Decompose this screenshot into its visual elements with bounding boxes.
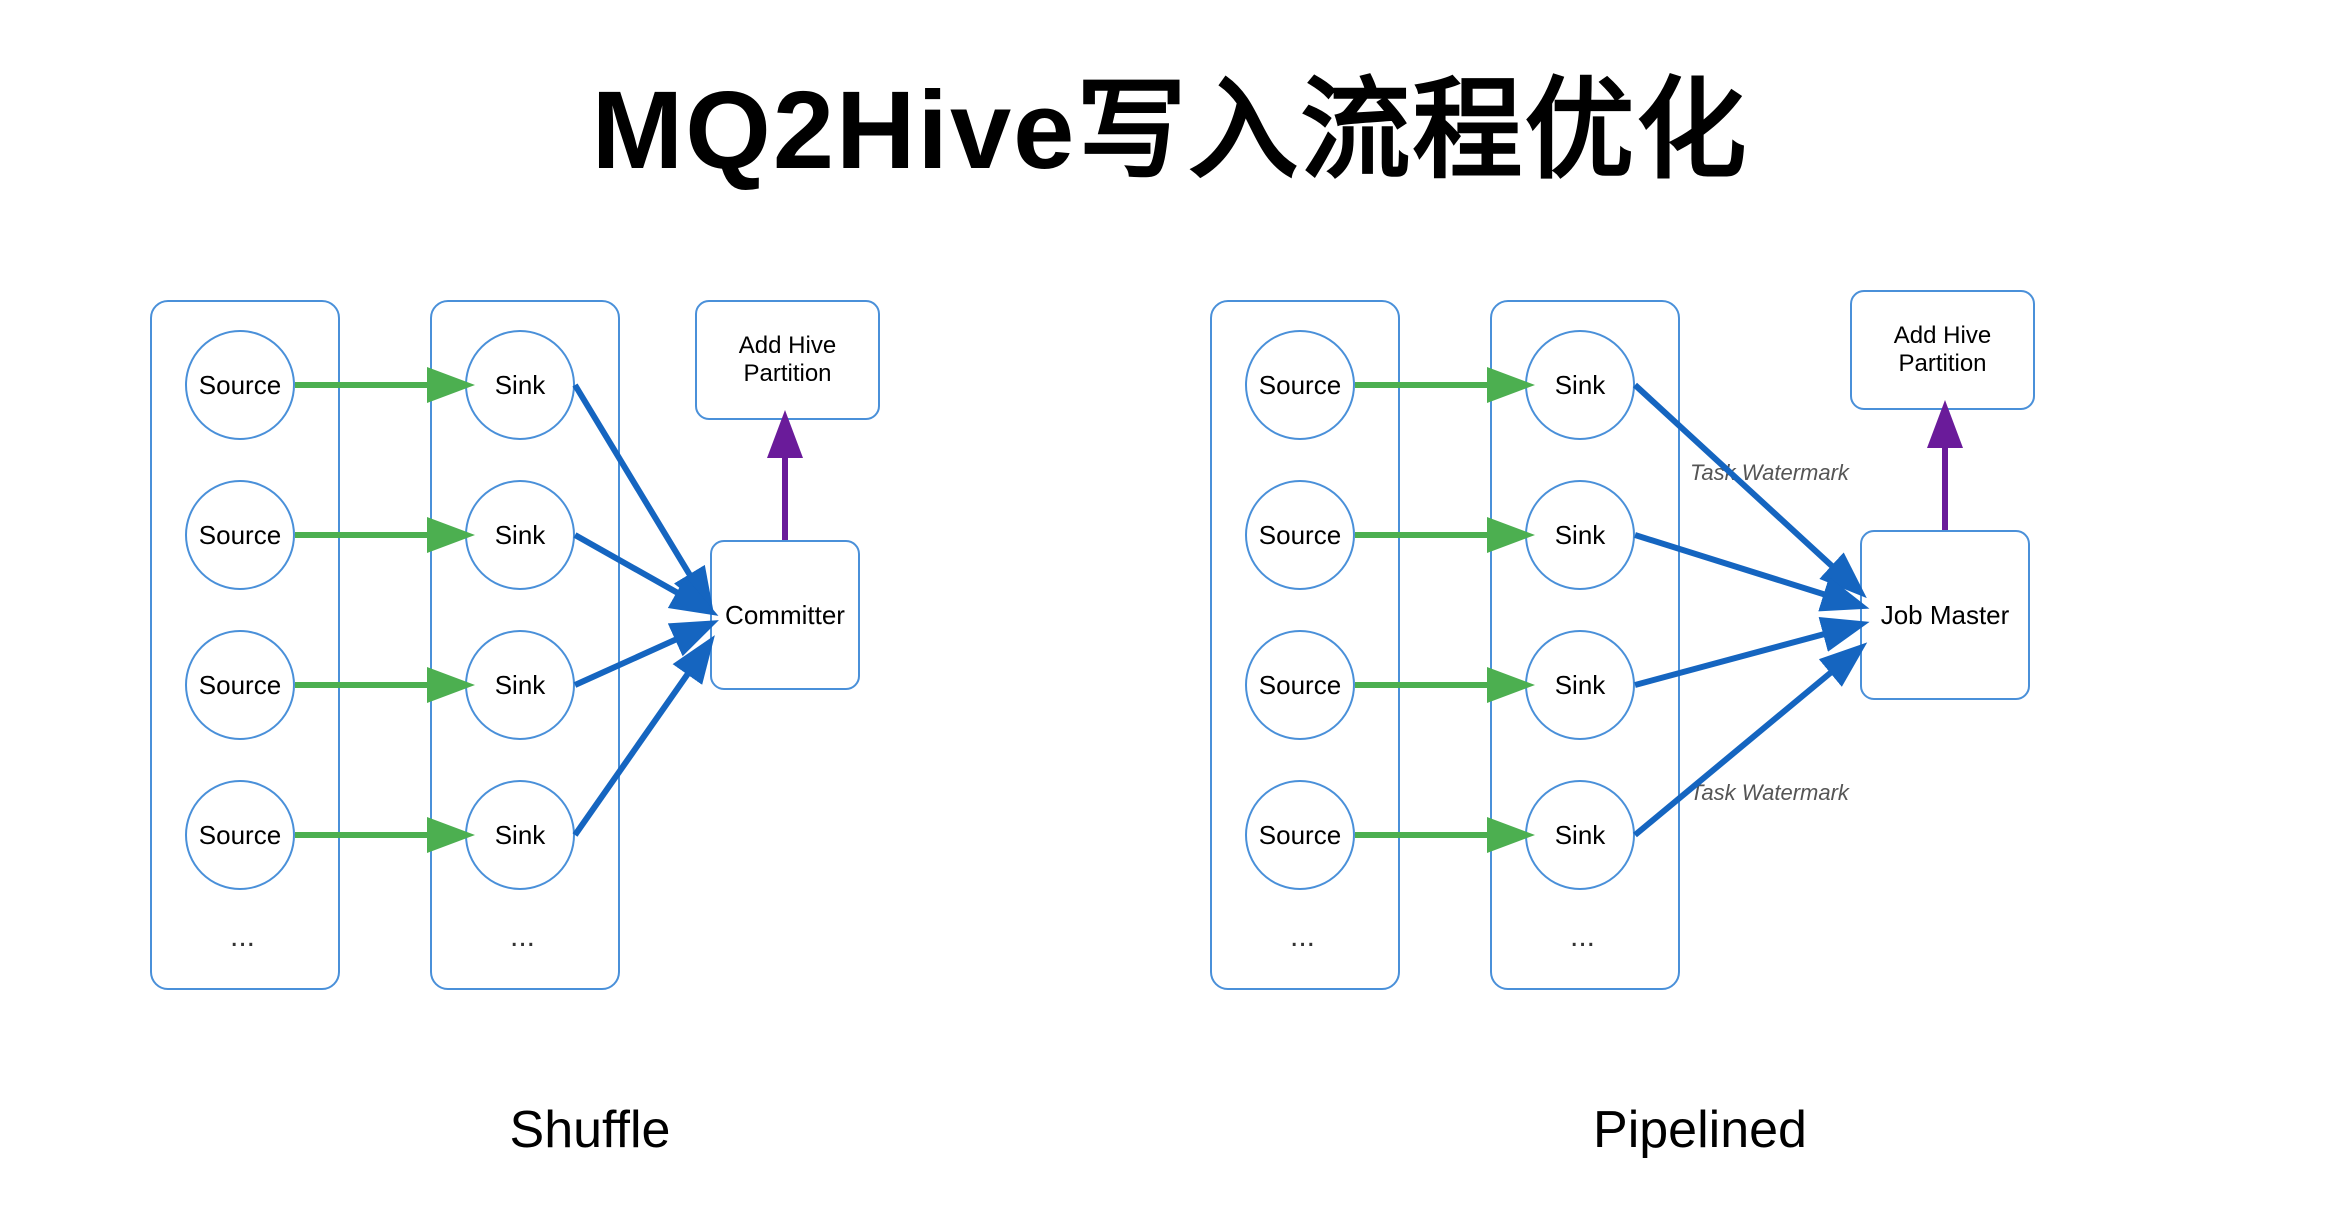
- shuffle-source-2: Source: [185, 480, 295, 590]
- shuffle-source-dots: ...: [230, 920, 255, 954]
- pipelined-source-1: Source: [1245, 330, 1355, 440]
- pipelined-source-3: Source: [1245, 630, 1355, 740]
- shuffle-committer: Committer: [710, 540, 860, 690]
- pipelined-add-hive: Add HivePartition: [1850, 290, 2035, 410]
- shuffle-diagram: Source Source Source Source ... Sink Sin…: [140, 250, 1040, 1160]
- shuffle-source-4: Source: [185, 780, 295, 890]
- pipelined-source-4: Source: [1245, 780, 1355, 890]
- pipelined-sink-1: Sink: [1525, 330, 1635, 440]
- pipelined-diagram: Source Source Source Source ... Sink Sin…: [1200, 250, 2200, 1160]
- shuffle-sink-dots: ...: [510, 920, 535, 954]
- pipelined-label: Pipelined: [1593, 1100, 1807, 1160]
- shuffle-sink-3: Sink: [465, 630, 575, 740]
- shuffle-label: Shuffle: [510, 1100, 671, 1160]
- pipelined-source-2: Source: [1245, 480, 1355, 590]
- shuffle-add-hive: Add HivePartition: [695, 300, 880, 420]
- shuffle-sink-1: Sink: [465, 330, 575, 440]
- pipelined-area: Source Source Source Source ... Sink Sin…: [1200, 250, 2200, 1070]
- shuffle-source-1: Source: [185, 330, 295, 440]
- pipelined-job-master: Job Master: [1860, 530, 2030, 700]
- pipelined-watermark-1: Task Watermark: [1690, 460, 1849, 486]
- shuffle-sink-4: Sink: [465, 780, 575, 890]
- pipelined-watermark-2: Task Watermark: [1690, 780, 1849, 806]
- page-title: MQ2Hive写入流程优化: [0, 0, 2340, 230]
- diagrams-container: Source Source Source Source ... Sink Sin…: [0, 250, 2340, 1160]
- shuffle-sink-2: Sink: [465, 480, 575, 590]
- pipelined-sink-4: Sink: [1525, 780, 1635, 890]
- pipelined-sink-3: Sink: [1525, 630, 1635, 740]
- pipelined-sink-dots: ...: [1570, 920, 1595, 954]
- pipelined-sink-2: Sink: [1525, 480, 1635, 590]
- shuffle-area: Source Source Source Source ... Sink Sin…: [140, 250, 1040, 1070]
- shuffle-source-3: Source: [185, 630, 295, 740]
- pipelined-source-dots: ...: [1290, 920, 1315, 954]
